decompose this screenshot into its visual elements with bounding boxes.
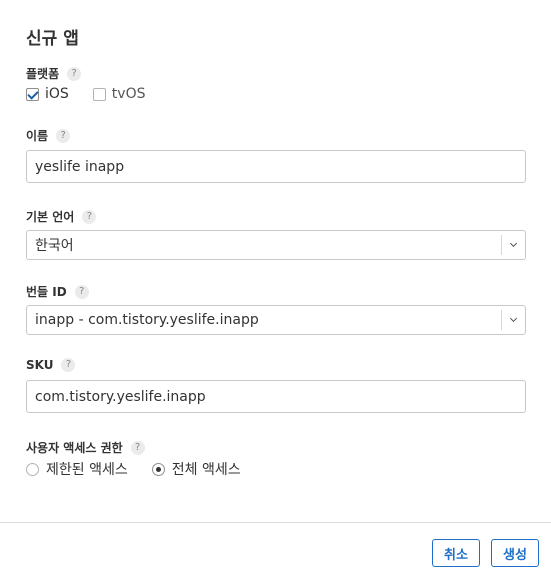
chevron-down-icon (509, 239, 518, 248)
create-button[interactable]: 생성 (491, 539, 539, 567)
language-select[interactable]: 한국어 (26, 230, 526, 260)
name-help-icon[interactable]: ? (56, 128, 71, 143)
access-option-limited[interactable]: 제한된 액세스 (26, 459, 128, 479)
cancel-button[interactable]: 취소 (432, 539, 480, 567)
footer-divider (0, 522, 551, 523)
name-field[interactable] (26, 150, 526, 183)
language-selected-value: 한국어 (35, 238, 74, 254)
name-input[interactable] (35, 158, 525, 175)
full-access-label: 전체 액세스 (171, 462, 241, 478)
platform-label: 플랫폼 (26, 67, 60, 81)
platform-label-row: 플랫폼 ? (26, 65, 82, 82)
platform-option-ios[interactable]: iOS (26, 86, 69, 102)
sku-input[interactable] (35, 388, 525, 405)
language-label-row: 기본 언어 ? (26, 208, 97, 225)
language-label: 기본 언어 (26, 210, 75, 224)
bundle-dropdown-arrow[interactable] (501, 310, 525, 330)
name-label: 이름 (26, 129, 49, 143)
sku-field[interactable] (26, 380, 526, 413)
access-label: 사용자 액세스 권한 (26, 441, 123, 455)
name-label-row: 이름 ? (26, 127, 71, 144)
ios-checkbox[interactable] (26, 87, 39, 101)
full-access-radio[interactable] (151, 462, 165, 476)
dialog-title: 신규 앱 (26, 29, 79, 49)
limited-access-radio[interactable] (26, 462, 39, 476)
bundle-label: 번들 ID (26, 285, 67, 299)
bundle-select[interactable]: inapp - com.tistory.yeslife.inapp (26, 305, 526, 335)
access-option-full[interactable]: 전체 액세스 (151, 459, 241, 479)
platform-options: iOS tvOS (26, 86, 169, 102)
bundle-selected-value: inapp - com.tistory.yeslife.inapp (35, 312, 259, 328)
access-label-row: 사용자 액세스 권한 ? (26, 439, 145, 456)
sku-label: SKU (26, 358, 54, 372)
ios-label: iOS (45, 86, 69, 102)
sku-help-icon[interactable]: ? (61, 358, 76, 372)
access-options: 제한된 액세스 전체 액세스 (26, 459, 265, 479)
language-help-icon[interactable]: ? (82, 209, 97, 224)
language-dropdown-arrow[interactable] (501, 235, 525, 255)
access-help-icon[interactable]: ? (130, 440, 145, 455)
platform-help-icon[interactable]: ? (67, 66, 82, 81)
platform-option-tvos[interactable]: tvOS (92, 86, 146, 102)
tvos-checkbox[interactable] (92, 87, 106, 101)
bundle-label-row: 번들 ID ? (26, 283, 89, 300)
tvos-label: tvOS (111, 86, 146, 102)
chevron-down-icon (509, 314, 518, 323)
sku-label-row: SKU ? (26, 358, 76, 372)
limited-access-label: 제한된 액세스 (46, 462, 128, 478)
bundle-help-icon[interactable]: ? (74, 284, 89, 299)
